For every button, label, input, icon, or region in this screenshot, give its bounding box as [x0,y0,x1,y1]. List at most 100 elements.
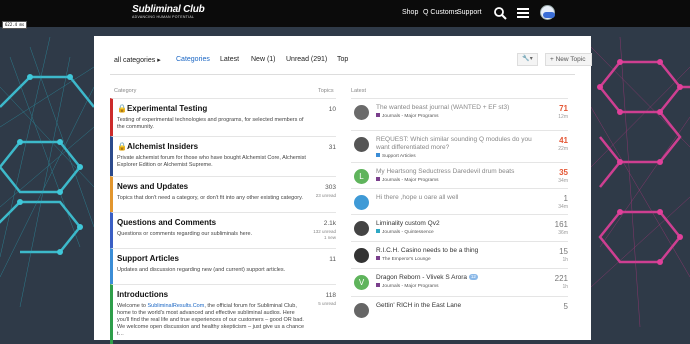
category-description: Updates and discussion regarding new (an… [117,267,286,273]
search-icon[interactable] [493,6,507,20]
topic-row[interactable]: V Dragon Reborn - Vlivek S Arora 12 Journa… [351,268,568,296]
topic-title[interactable]: Liminality custom Qv2 [376,220,440,227]
topic-author-avatar[interactable] [354,248,369,263]
topic-row[interactable]: Hi there ,hope u oare all well 1 34m [351,188,568,214]
topic-author-avatar[interactable] [354,137,369,152]
topic-title[interactable]: Gettin' RICH in the East Lane [376,302,461,309]
new-topic-button[interactable]: + New Topic [545,53,592,66]
category-name[interactable]: Experimental Testing [127,104,207,113]
topic-row[interactable]: R.I.C.H. Casino needs to be a thing The E… [351,241,568,268]
topic-author-avatar[interactable] [354,195,369,210]
topic-row[interactable]: Liminality custom Qv2 Journals - Quintess… [351,214,568,241]
category-name[interactable]: Introductions [117,290,336,300]
nav-shop[interactable]: Shop [402,9,418,16]
category-topic-count: 10 [328,106,336,113]
column-header-latest: Latest [351,88,366,94]
topic-row[interactable]: L My Heartsong Seductress Daredevil drum … [351,162,568,188]
topic-reply-count: 35 [559,168,568,177]
category-row[interactable]: Introductions Welcome to SubliminalResul… [110,284,336,344]
category-name[interactable]: Questions and Comments [117,218,336,228]
hamburger-menu-icon[interactable] [516,6,530,20]
topic-title-block: My Heartsong Seductress Daredevil drum b… [376,168,546,184]
category-unread: 132 unread 1 new [313,229,336,240]
topic-reply-count: 41 [559,136,568,145]
topic-category-tag[interactable]: Journals - Major Programs [376,283,546,290]
topic-age: 1h [562,284,568,290]
main-panel: all categories ▸ Categories Latest New (… [94,36,592,344]
tab-new[interactable]: New (1) [251,56,276,63]
topic-author-avatar[interactable] [354,105,369,120]
category-description: Topics that don't need a category, or do… [117,195,303,201]
category-name[interactable]: Alchemist Insiders [127,142,198,151]
topic-title[interactable]: My Heartsong Seductress Daredevil drum b… [376,168,514,175]
new-topic-label: New Topic [555,56,586,63]
category-topic-count: 31 [328,144,336,151]
chevron-right-icon: ▸ [157,57,161,64]
category-color-swatch [376,153,380,157]
topic-category-tag[interactable]: Journals - Major Programs [376,113,546,120]
category-topic-count: 118 [325,292,336,299]
category-color-swatch [376,229,380,233]
category-topic-count: 303 [325,184,336,191]
navbar-divider [110,74,575,75]
lock-icon: 🔒 [117,104,127,113]
category-name[interactable]: Support Articles [117,254,336,264]
category-unread: 23 unread [315,193,336,198]
nav-q-customs[interactable]: Q Customs [423,9,458,16]
tab-latest[interactable]: Latest [220,56,239,63]
category-topic-count: 11 [329,256,336,263]
topic-row[interactable]: The wanted beast journal (WANTED + EF st… [351,98,568,130]
topic-category-label: The Emperor's Lounge [382,257,431,262]
category-row[interactable]: News and Updates Topics that don't need … [110,176,336,212]
topic-age: 34m [558,204,568,210]
new-posts-pill[interactable]: 12 [468,274,478,280]
tab-unread[interactable]: Unread (291) [286,56,327,63]
topic-category-tag[interactable]: Journals - Major Programs [376,177,546,184]
topic-category-tag[interactable]: The Emperor's Lounge [376,256,546,263]
topic-author-avatar[interactable]: V [354,275,369,290]
topic-category-tag[interactable]: Journals - Quintessence [376,229,546,236]
topic-title[interactable]: Hi there ,hope u oare all well [376,194,458,201]
topic-age: 12m [558,114,568,120]
all-categories-dropdown[interactable]: all categories ▸ [114,56,161,64]
category-color-swatch [376,256,380,260]
category-row[interactable]: Support Articles Updates and discussion … [110,248,336,284]
wrench-icon[interactable]: 🔧▾ [517,53,538,66]
topic-category-label: Journals - Major Programs [382,178,439,183]
category-row[interactable]: Questions and Comments Questions or comm… [110,212,336,248]
topic-title-block: Gettin' RICH in the East Lane [376,302,546,310]
topic-title-block: The wanted beast journal (WANTED + EF st… [376,104,546,120]
topic-row[interactable]: Gettin' RICH in the East Lane 5 [351,296,568,326]
topic-title[interactable]: Dragon Reborn - Vlivek S Arora [376,274,467,281]
tab-top[interactable]: Top [337,56,348,63]
category-description: Questions or comments regarding our subl… [117,231,253,237]
topic-title[interactable]: R.I.C.H. Casino needs to be a thing [376,247,478,254]
category-name[interactable]: News and Updates [117,182,336,192]
category-row[interactable]: 🔒Alchemist Insiders Private alchemist fo… [110,136,336,176]
topic-category-label: Journals - Major Programs [382,114,439,119]
category-row[interactable]: 🔒Experimental Testing Testing of experim… [110,98,336,136]
user-avatar[interactable] [540,5,555,20]
subliminalresults-link[interactable]: SubliminalResults.Com [147,303,204,309]
topic-category-label: Journals - Major Programs [382,284,439,289]
topic-row[interactable]: REQUEST: Which similar sounding Q module… [351,130,568,162]
column-header-category: Category [114,88,137,94]
topic-reply-count: 161 [554,220,568,229]
topic-author-avatar[interactable] [354,303,369,318]
category-color-swatch [376,177,380,181]
lock-icon: 🔒 [117,142,127,151]
nav-support[interactable]: Support [457,9,482,16]
category-description: Testing of experimental technologies and… [117,117,304,130]
topic-category-tag[interactable]: Support Articles [376,153,546,160]
topic-reply-count: 1 [563,194,568,203]
topic-title-block: Dragon Reborn - Vlivek S Arora 12 Journal… [376,274,546,290]
topic-author-avatar[interactable] [354,221,369,236]
topic-age: 34m [558,178,568,184]
tab-categories[interactable]: Categories [176,56,210,63]
topic-author-avatar[interactable]: L [354,169,369,184]
topic-title[interactable]: REQUEST: Which similar sounding Q module… [376,136,532,151]
topic-category-label: Journals - Quintessence [382,230,434,235]
category-description: Private alchemist forum for those who ha… [117,155,306,168]
site-logo[interactable]: Subliminal Club ADVANCING HUMAN POTENTIA… [132,5,212,20]
topic-title[interactable]: The wanted beast journal (WANTED + EF st… [376,104,509,111]
